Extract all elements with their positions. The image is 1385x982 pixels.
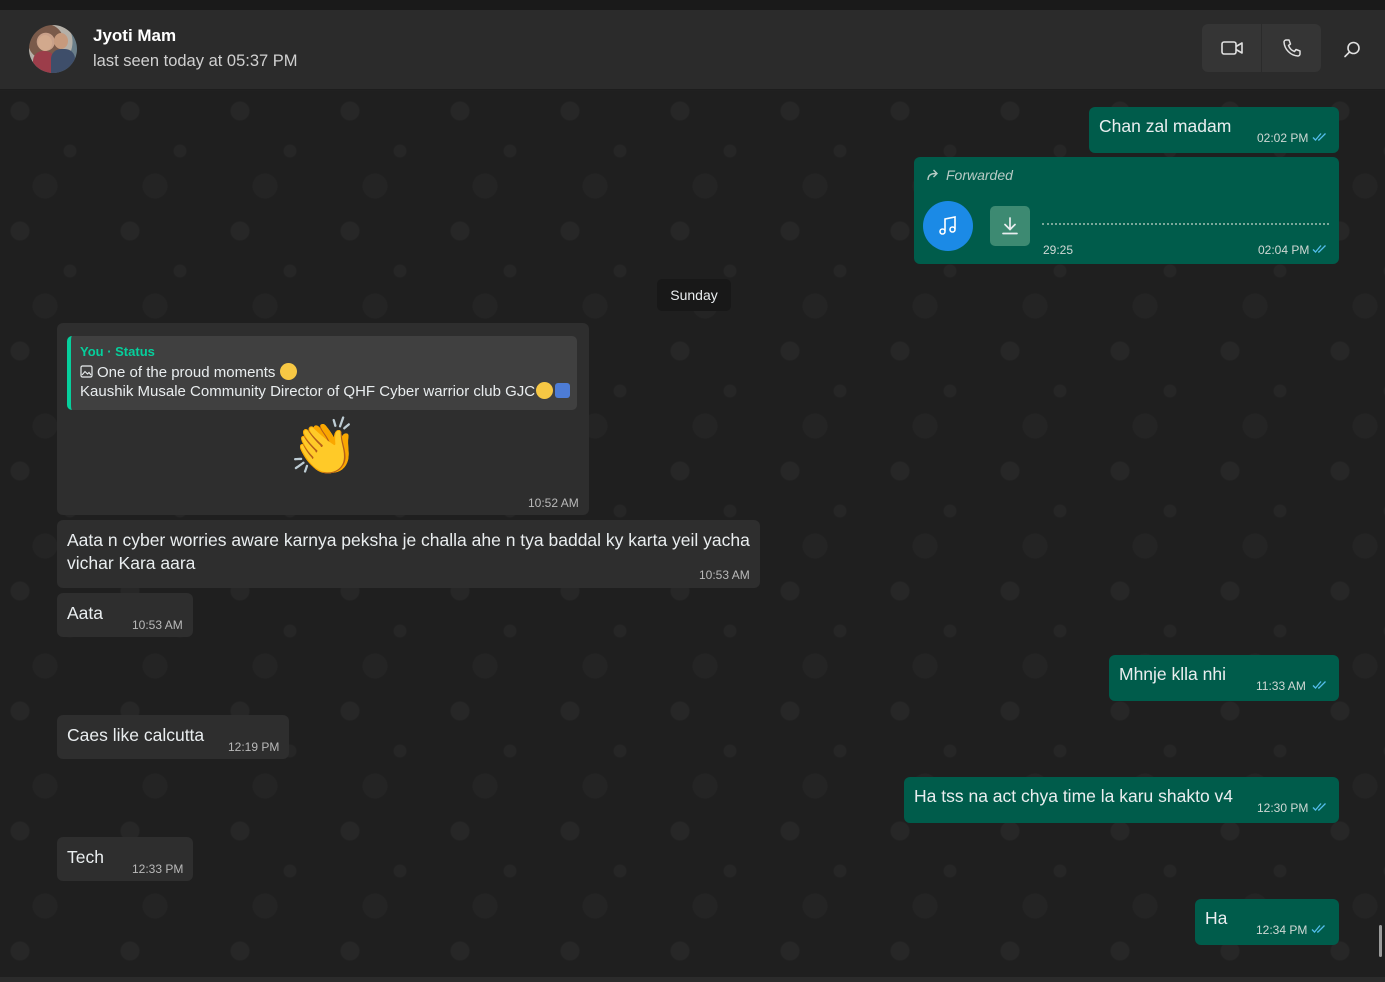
scrollbar-thumb[interactable]: [1379, 925, 1382, 957]
quote-caption-line2: Kaushik Musale Community Director of QHF…: [80, 382, 571, 400]
quote-caption-text: One of the proud moments: [97, 364, 276, 381]
music-note-icon: [939, 216, 956, 235]
audio-thumbnail: [923, 201, 973, 251]
chat-header: Jyoti Mam last seen today at 05:37 PM: [0, 10, 1385, 90]
message-text: Aata: [67, 603, 103, 623]
message-text: Caes like calcutta: [67, 725, 205, 745]
contact-name[interactable]: Jyoti Mam: [93, 26, 176, 46]
last-seen-status: last seen today at 05:37 PM: [93, 52, 298, 70]
search-icon: [1344, 41, 1360, 58]
date-separator: Sunday: [657, 279, 731, 311]
incoming-message[interactable]: Aata 10:53 AM: [57, 593, 193, 637]
message-time: 10:53 AM: [699, 568, 750, 582]
quote-caption: One of the proud moments: [80, 363, 297, 381]
double-check-icon: [1312, 803, 1326, 811]
quote-header: You · Status: [80, 344, 155, 359]
voice-call-button[interactable]: [1262, 24, 1321, 72]
message-time: 02:04 PM: [1258, 243, 1310, 257]
message-time: 02:02 PM: [1257, 131, 1309, 145]
quote-caption-line2-text: Kaushik Musale Community Director of QHF…: [80, 383, 536, 400]
message-text: Tech: [67, 847, 104, 867]
outgoing-message[interactable]: Chan zal madam 02:02 PM: [1089, 107, 1339, 153]
message-list[interactable]: Chan zal madam 02:02 PM Forwarded 29:25: [0, 91, 1385, 977]
down-arrow-emoji-icon: [555, 383, 571, 398]
message-time: 12:19 PM: [228, 740, 280, 754]
message-time: 12:30 PM: [1257, 801, 1309, 815]
double-check-icon: [1312, 681, 1326, 689]
outgoing-message[interactable]: Ha tss na act chya time la karu shakto v…: [904, 777, 1339, 823]
forwarded-label: Forwarded: [926, 167, 1013, 183]
outgoing-message[interactable]: Ha 12:34 PM: [1195, 899, 1339, 945]
outgoing-message[interactable]: Mhnje klla nhi 11:33 AM: [1109, 655, 1339, 701]
message-time: 12:33 PM: [132, 862, 184, 876]
message-text: Ha: [1205, 908, 1228, 928]
download-button[interactable]: [990, 206, 1030, 246]
message-time: 12:34 PM: [1256, 923, 1308, 937]
forward-arrow-icon: [927, 169, 938, 181]
incoming-message[interactable]: Aata n cyber worries aware karnya peksha…: [57, 520, 760, 588]
double-check-icon: [1311, 925, 1325, 933]
message-text: Chan zal madam: [1099, 116, 1232, 136]
outgoing-audio-message[interactable]: Forwarded 29:25 02:04 PM: [914, 157, 1339, 264]
clapping-hands-emoji: 👏: [289, 415, 359, 478]
audio-waveform[interactable]: [1042, 223, 1329, 225]
avatar[interactable]: [29, 25, 77, 73]
image-icon: [80, 365, 93, 378]
message-text: Aata n cyber worries aware karnya peksha…: [67, 530, 750, 550]
message-time: 11:33 AM: [1256, 679, 1306, 693]
window-bottom-strip: [0, 977, 1385, 982]
forwarded-text: Forwarded: [946, 167, 1013, 183]
double-check-icon: [1312, 133, 1326, 141]
audio-duration: 29:25: [1043, 243, 1074, 257]
double-check-icon: [1312, 245, 1326, 253]
search-button[interactable]: [1332, 34, 1372, 66]
incoming-status-reply[interactable]: You · Status One of the proud moments Ka…: [57, 323, 589, 515]
call-button-group: [1202, 24, 1321, 72]
quoted-status[interactable]: You · Status One of the proud moments Ka…: [67, 336, 577, 410]
message-text: Mhnje klla nhi: [1119, 664, 1226, 684]
message-text: Ha tss na act chya time la karu shakto v…: [914, 786, 1234, 806]
message-time: 10:53 AM: [132, 618, 183, 632]
incoming-message[interactable]: Caes like calcutta 12:19 PM: [57, 715, 289, 759]
download-icon: [1002, 217, 1018, 235]
incoming-message[interactable]: Tech 12:33 PM: [57, 837, 193, 881]
smile-emoji-icon: [536, 382, 554, 399]
message-time: 10:52 AM: [528, 496, 579, 510]
phone-icon: [1282, 39, 1301, 57]
video-camera-icon: [1220, 41, 1243, 55]
grinning-emoji-icon: [279, 363, 297, 380]
window-top-strip: [0, 0, 1385, 10]
video-call-button[interactable]: [1202, 24, 1261, 72]
message-text-line2: vichar Kara aara: [67, 553, 196, 573]
